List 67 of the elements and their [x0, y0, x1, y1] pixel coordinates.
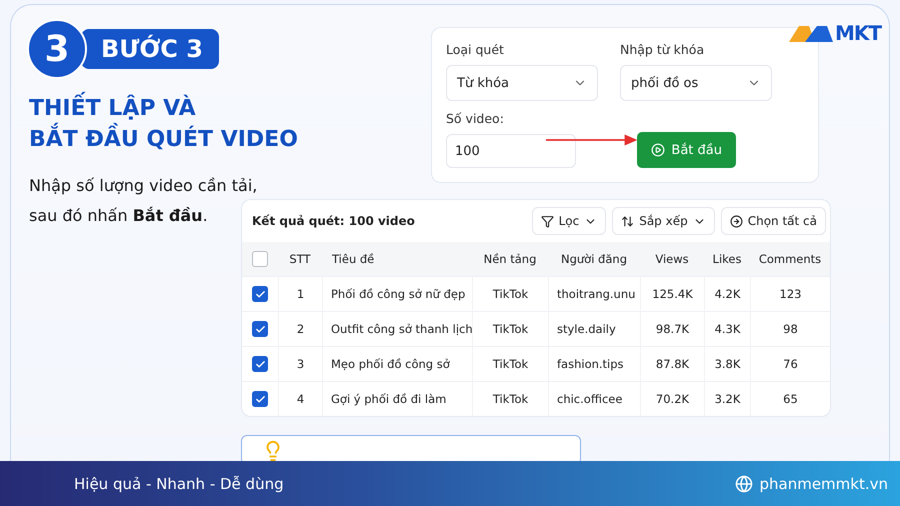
table-cell: 76: [750, 346, 830, 381]
table-cell: thoitrang.unu: [548, 276, 640, 311]
table-cell: Mẹo phối đồ công sở: [322, 346, 472, 381]
video-count-field[interactable]: 100: [446, 134, 576, 168]
checkbox[interactable]: [252, 356, 268, 372]
checkbox[interactable]: [252, 251, 268, 267]
table-cell: TikTok: [472, 311, 548, 346]
table-cell: 87.8K: [640, 346, 704, 381]
check-icon: [254, 358, 266, 370]
table-cell: 70.2K: [640, 381, 704, 416]
column-header: Comments: [750, 242, 830, 276]
select-all-button[interactable]: Chọn tất cả: [720, 207, 826, 235]
check-icon: [254, 394, 266, 404]
check-icon: [254, 288, 266, 300]
description-text: sau đó nhấn Bắt đầu.: [29, 205, 208, 227]
sort-button[interactable]: Sắp xếp: [612, 207, 715, 235]
table-cell: TikTok: [472, 346, 548, 381]
table-cell: TikTok: [472, 276, 548, 311]
heading: THIẾT LẬP VÀ: [29, 93, 427, 124]
column-header: Likes: [704, 242, 750, 276]
table-cell: 65: [750, 381, 830, 416]
table-cell: 2: [278, 311, 322, 346]
description-text: Nhập số lượng video cần tải,: [29, 175, 258, 197]
column-header: STT: [278, 242, 322, 276]
footer-tagline: Hiệu quả - Nhanh - Dễ dùng: [74, 474, 284, 492]
play-icon: [651, 143, 666, 157]
table-cell: TikTok: [472, 381, 548, 416]
step-number: 3: [27, 19, 87, 79]
logo-text: MKT: [834, 21, 881, 45]
sort-icon: [621, 214, 634, 228]
scan-type-select[interactable]: Từ khóa: [446, 65, 598, 101]
check-icon: [254, 324, 266, 334]
table-cell: 98: [750, 311, 830, 346]
column-header: Người đăng: [548, 242, 640, 276]
checkbox[interactable]: [252, 321, 268, 337]
table-cell: 123: [750, 276, 830, 311]
keyword-select[interactable]: phối đồ os: [620, 65, 772, 101]
field-label: Nhập từ khóa: [620, 42, 706, 57]
table-cell: 3.2K: [704, 381, 750, 416]
table-cell: 4.3K: [704, 311, 750, 346]
start-button[interactable]: Bắt đầu: [637, 132, 736, 168]
results-title: Kết quả quét: 100 video: [252, 214, 416, 228]
column-header: Views: [640, 242, 704, 276]
table-cell: 125.4K: [640, 276, 704, 311]
table-cell: Phối đồ công sở nữ đẹp: [322, 276, 472, 311]
step-badge: BƯỚC 3: [81, 29, 219, 69]
table-cell: 3: [278, 346, 322, 381]
column-header: Tiêu đề: [322, 242, 472, 276]
checkbox[interactable]: [252, 391, 268, 407]
table-cell: Gợi ý phối đồ đi làm: [322, 381, 472, 416]
filter-button[interactable]: Lọc: [532, 207, 606, 235]
field-label: Loại quét: [446, 42, 505, 57]
column-header: Nền tảng: [472, 242, 548, 276]
globe-icon: [735, 474, 754, 492]
checkbox[interactable]: [252, 286, 268, 302]
field-label: Số video:: [446, 111, 505, 126]
table-cell: Outfit công sở thanh lịch: [322, 311, 472, 346]
heading: BẮT ĐẦU QUÉT VIDEO: [29, 124, 427, 155]
table-cell: 3.8K: [704, 346, 750, 381]
table-cell: fashion.tips: [548, 346, 640, 381]
table-cell: 1: [278, 276, 322, 311]
filter-icon: [540, 214, 554, 228]
table-cell: 4: [278, 381, 322, 416]
table-cell: style.daily: [548, 311, 640, 346]
table-cell: chic.officee: [548, 381, 640, 416]
table-cell: 98.7K: [640, 311, 704, 346]
table-cell: 4.2K: [704, 276, 750, 311]
